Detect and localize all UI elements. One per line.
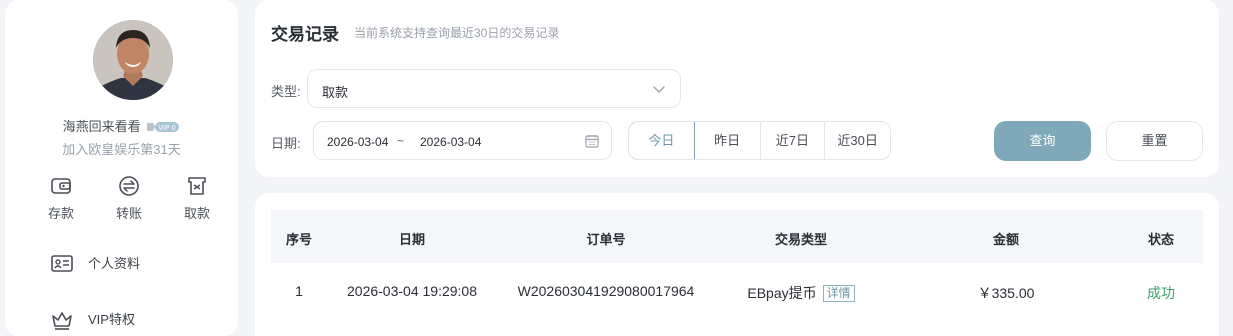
col-header-status: 状态 — [1147, 232, 1174, 247]
col-header-order: 订单号 — [586, 232, 626, 247]
cell-type-text: EBpay提币 — [747, 285, 817, 301]
col-header-amount: 金额 — [992, 232, 1019, 247]
username: 海燕回来看看 — [62, 119, 141, 134]
cell-order-no: W202603041929080017964 — [517, 283, 695, 299]
username-row: 海燕回来看看 VIP 0 — [5, 116, 238, 135]
transfer-button[interactable]: 转账 — [104, 175, 154, 222]
col-header-date: 日期 — [398, 232, 425, 247]
date-start: 2026-03-04 — [327, 135, 389, 149]
col-header-index: 序号 — [285, 232, 312, 247]
transfer-label: 转账 — [115, 206, 142, 221]
transaction-table: 序号 日期 订单号 交易类型 金额 状态 1 2026-03-04 19:29:… — [255, 193, 1219, 336]
withdraw-label: 取款 — [183, 206, 210, 221]
withdraw-icon — [188, 177, 206, 195]
range-today-button[interactable]: 今日 — [629, 122, 695, 159]
calendar-icon — [585, 135, 599, 148]
type-select[interactable]: 取款 — [307, 69, 681, 108]
avatar[interactable] — [93, 20, 173, 100]
deposit-label: 存款 — [47, 206, 74, 221]
date-range-shortcuts: 今日 昨日 近7日 近30日 — [628, 121, 891, 160]
sidebar-item-label: 个人资料 — [88, 256, 141, 271]
date-range-picker[interactable]: 2026-03-04 ~ 2026-03-04 — [313, 121, 612, 160]
date-end: 2026-03-04 — [420, 135, 482, 149]
quick-actions: 存款 转账 取款 — [5, 175, 238, 225]
date-label: 日期: — [271, 136, 301, 151]
range-7days-button[interactable]: 近7日 — [761, 122, 826, 159]
transfer-icon — [119, 176, 139, 196]
reset-button[interactable]: 重置 — [1106, 121, 1203, 161]
type-label: 类型: — [271, 84, 301, 99]
col-header-type: 交易类型 — [774, 232, 827, 247]
vip-badge-icon: VIP 0 — [147, 121, 180, 132]
filter-panel: 交易记录 当前系统支持查询最近30日的交易记录 类型: 取款 日期: 2026-… — [255, 0, 1219, 177]
user-sidebar: 海燕回来看看 VIP 0 加入欧皇娱乐第31天 存款 转账 取款 个人资料 VI… — [5, 0, 238, 336]
cell-amount: ￥335.00 — [977, 285, 1035, 301]
detail-link[interactable]: 详情 — [822, 285, 855, 302]
cell-date: 2026-03-04 19:29:08 — [347, 283, 477, 299]
sidebar-item-label: VIP特权 — [88, 312, 135, 327]
table-header: 序号 日期 订单号 交易类型 金额 状态 — [271, 210, 1203, 263]
join-days-text: 加入欧皇娱乐第31天 — [62, 142, 181, 157]
range-yesterday-button[interactable]: 昨日 — [695, 122, 761, 159]
date-separator: ~ — [397, 134, 405, 148]
cell-index: 1 — [295, 283, 303, 299]
avatar-portrait-icon — [93, 20, 173, 100]
wallet-icon — [51, 178, 71, 194]
id-card-icon — [51, 255, 73, 272]
chevron-down-icon — [653, 86, 665, 93]
table-row: 1 2026-03-04 19:29:08 W20260304192908001… — [271, 263, 1203, 319]
deposit-button[interactable]: 存款 — [36, 175, 86, 222]
range-30days-button[interactable]: 近30日 — [825, 122, 890, 159]
page-title: 交易记录 — [271, 25, 339, 44]
withdraw-button[interactable]: 取款 — [172, 175, 222, 222]
status-badge: 成功 — [1147, 285, 1175, 301]
type-select-value: 取款 — [322, 85, 349, 100]
query-button[interactable]: 查询 — [994, 121, 1091, 161]
crown-icon — [52, 312, 72, 330]
page-subtitle: 当前系统支持查询最近30日的交易记录 — [354, 26, 560, 40]
cell-type: EBpay提币 详情 — [741, 283, 861, 303]
vip-badge-text: VIP 0 — [158, 124, 176, 132]
